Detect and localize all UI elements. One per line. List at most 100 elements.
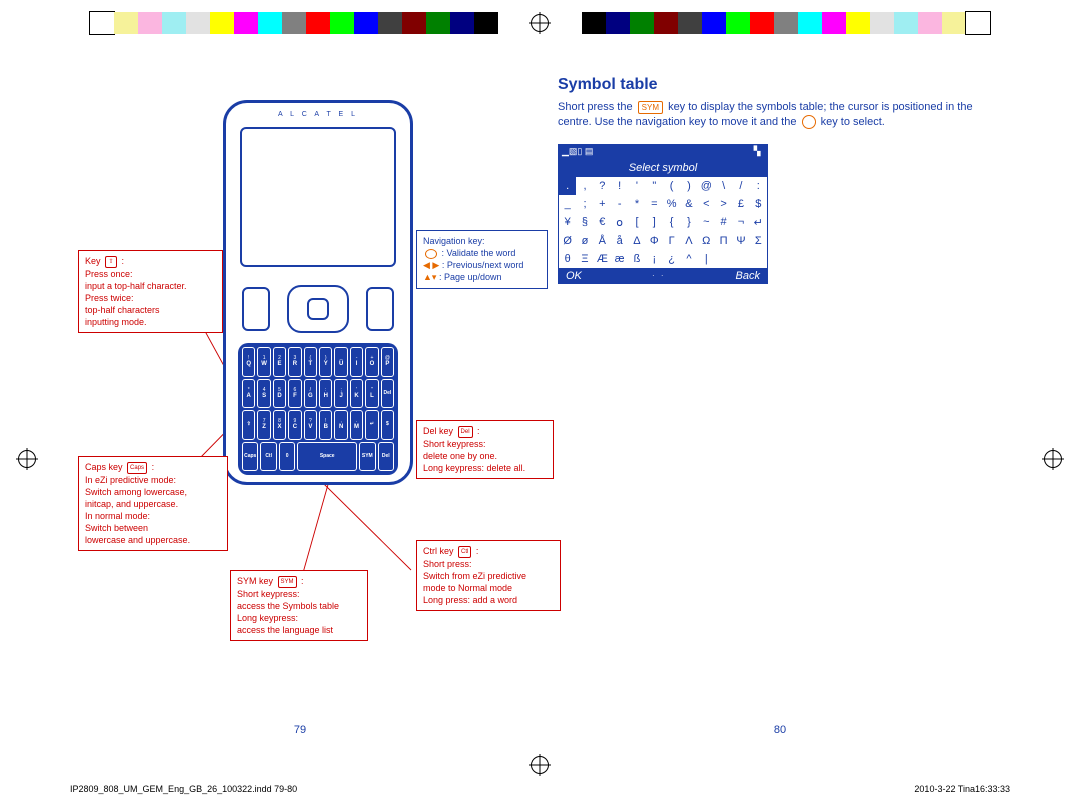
- key: :H: [319, 379, 332, 409]
- symbol-cell: }: [680, 213, 697, 232]
- registration-target-icon: [531, 756, 549, 774]
- symbol-cell: ?: [594, 177, 611, 195]
- symbol-cell: [750, 250, 767, 268]
- symbol-cell: !: [611, 177, 628, 195]
- navigation-key-cluster: [272, 281, 364, 337]
- key: "L: [365, 379, 378, 409]
- key: ?V: [304, 410, 317, 440]
- key: ⇧: [242, 410, 255, 440]
- symbol-cell: Σ: [750, 232, 767, 250]
- symbol-cell: [: [628, 213, 645, 232]
- navigation-key-callout: Navigation key: : Validate the word ◀ ▶ …: [416, 230, 548, 289]
- key: /G: [304, 379, 317, 409]
- symbol-cell: å: [611, 232, 628, 250]
- key: 2E: [273, 347, 286, 377]
- caps-key-icon: Caps: [127, 462, 147, 474]
- symbol-cell: §: [576, 213, 593, 232]
- key: +O: [365, 347, 378, 377]
- symbol-cell: :: [750, 177, 767, 195]
- symbol-cell: \: [715, 177, 732, 195]
- caps-key-callout: Caps key Caps : In eZi predictive mode: …: [78, 456, 228, 551]
- shift-key-icon: ⇧: [105, 256, 117, 268]
- symbol-cell: €: [594, 213, 611, 232]
- key: 5D: [273, 379, 286, 409]
- registration-target-icon: [18, 450, 36, 468]
- key: Caps: [242, 442, 258, 472]
- symbol-cell: $: [750, 195, 767, 213]
- color-registration-bar: [90, 12, 498, 34]
- symbol-cell: Π: [715, 232, 732, 250]
- key: ↵: [365, 410, 378, 440]
- up-down-arrow-icon: ▲▾: [423, 272, 436, 282]
- symbol-cell: /: [732, 177, 749, 195]
- symbol-cell: |: [698, 250, 715, 268]
- symbol-cell: Δ: [628, 232, 645, 250]
- page-number: 80: [540, 724, 1020, 736]
- ok-key-icon: [802, 115, 816, 129]
- key: Space: [297, 442, 357, 472]
- section-body: Short press the SYM key to display the s…: [558, 100, 1002, 130]
- softkey-back: Back: [736, 270, 760, 282]
- sym-key-callout: SYM key SYM : Short keypress: access the…: [230, 570, 368, 641]
- qwerty-keyboard: !Q1W2E3R(T)Y_U-I+O@P*A4S5D6F/G:H;J'K"LDe…: [238, 343, 398, 475]
- key: 8X: [273, 410, 286, 440]
- symbol-grid: .,?!'"()@\/:_;+-*=%&<>£$¥§€𝗈[]{}~#¬↵ØøÅå…: [558, 177, 768, 268]
- key: (T: [304, 347, 317, 377]
- sym-key-icon: SYM: [278, 576, 297, 588]
- symbol-cell: %: [663, 195, 680, 213]
- phone-brand: A L C A T E L: [278, 111, 358, 118]
- imprint-stamp: 2010-3-22 Tina16:33:33: [914, 784, 1010, 794]
- key: Ctl: [260, 442, 276, 472]
- key: )Y: [319, 347, 332, 377]
- symbol-cell: @: [698, 177, 715, 195]
- symbol-cell: Ω: [698, 232, 715, 250]
- sym-key-icon: SYM: [638, 101, 663, 114]
- symbol-cell: Γ: [663, 232, 680, 250]
- symbol-cell: Æ: [594, 250, 611, 268]
- symbol-cell: ¿: [663, 250, 680, 268]
- symbol-cell: ¥: [559, 213, 576, 232]
- key: SYM: [359, 442, 375, 472]
- symbol-cell: <: [698, 195, 715, 213]
- softkey-ok: OK: [566, 270, 582, 282]
- symbol-cell: ^: [680, 250, 697, 268]
- left-page: A L C A T E L !Q1W2E3R(T)Y_U-I+O@P*A4S5D…: [60, 60, 540, 738]
- symbol-cell: #: [715, 213, 732, 232]
- symbol-cell: .: [559, 177, 576, 195]
- symbol-cell: £: [732, 195, 749, 213]
- registration-target-icon: [531, 14, 549, 32]
- symbol-cell: -: [611, 195, 628, 213]
- right-page: Symbol table Short press the SYM key to …: [540, 60, 1020, 738]
- key: 'K: [350, 379, 363, 409]
- key: 6F: [288, 379, 301, 409]
- symbol-cell: (: [663, 177, 680, 195]
- screen-title: Select symbol: [558, 159, 768, 177]
- symbol-cell: ¬: [732, 213, 749, 232]
- del-key-callout: Del key Del : Short keypress: delete one…: [416, 420, 554, 479]
- ok-key-icon: [425, 249, 437, 259]
- symbol-table-screenshot: ▁▧▯ ▤▝▖ Select symbol .,?!'"()@\/:_;+-*=…: [558, 144, 768, 284]
- key: !Q: [242, 347, 255, 377]
- symbol-cell: æ: [611, 250, 628, 268]
- symbol-cell: ]: [646, 213, 663, 232]
- symbol-cell: Λ: [680, 232, 697, 250]
- symbol-cell: ': [628, 177, 645, 195]
- key: 7Z: [257, 410, 270, 440]
- key: 4S: [257, 379, 270, 409]
- symbol-cell: ß: [628, 250, 645, 268]
- symbol-cell: [732, 250, 749, 268]
- symbol-cell: ,: [576, 177, 593, 195]
- section-title: Symbol table: [558, 76, 1002, 94]
- symbol-cell: [715, 250, 732, 268]
- symbol-cell: θ: [559, 250, 576, 268]
- key: -I: [350, 347, 363, 377]
- key: 0: [279, 442, 295, 472]
- imprint-file: IP2809_808_UM_GEM_Eng_GB_26_100322.indd …: [70, 784, 297, 794]
- status-bar: ▁▧▯ ▤▝▖: [558, 144, 768, 159]
- symbol-cell: _: [559, 195, 576, 213]
- symbol-cell: Ø: [559, 232, 576, 250]
- imprint-line: IP2809_808_UM_GEM_Eng_GB_26_100322.indd …: [70, 784, 1010, 794]
- symbol-cell: {: [663, 213, 680, 232]
- key: *A: [242, 379, 255, 409]
- symbol-cell: >: [715, 195, 732, 213]
